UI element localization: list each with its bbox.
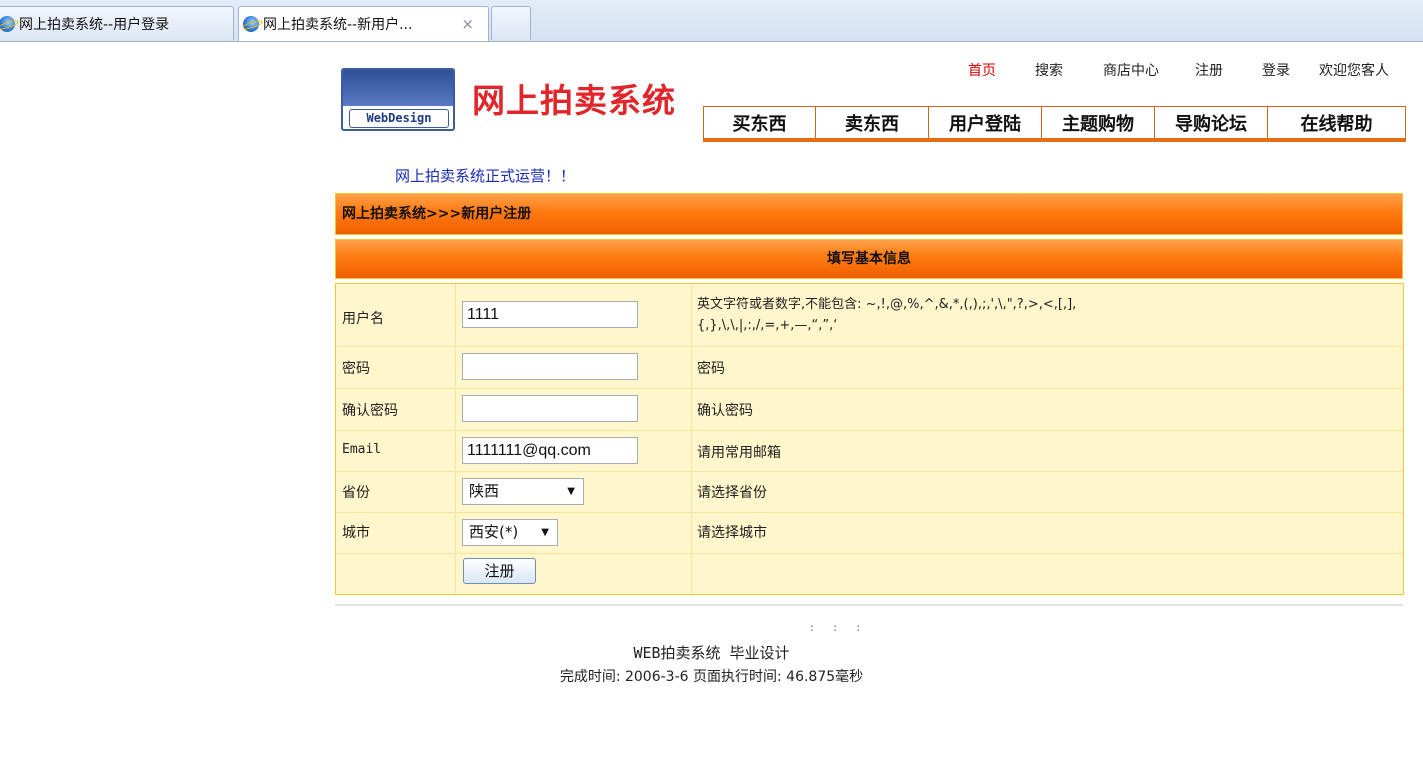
- site-title: 网上拍卖系统: [472, 81, 676, 120]
- main-nav-theme-shopping[interactable]: 主题购物: [1042, 107, 1155, 138]
- new-tab-button[interactable]: [491, 6, 531, 40]
- confirm-password-label: 确认密码: [342, 403, 398, 419]
- confirm-password-input[interactable]: [462, 395, 638, 422]
- main-nav-user-login[interactable]: 用户登陆: [929, 107, 1042, 138]
- form-row-email: Email 1111111@qq.com 请用常用邮箱: [336, 431, 1403, 472]
- province-label: 省份: [342, 485, 370, 501]
- site-logo[interactable]: WebDesign: [341, 68, 455, 131]
- section-title: 填写基本信息: [335, 239, 1403, 279]
- tab-title: 网上拍卖系统--用户登录: [19, 16, 170, 33]
- province-select[interactable]: 陕西 ▼: [462, 478, 584, 505]
- nav-link-search[interactable]: 搜索: [1035, 60, 1063, 80]
- password-hint: 密码: [697, 361, 725, 377]
- browser-tab-register[interactable]: 网上拍卖系统--新用户... ×: [238, 6, 489, 41]
- nav-link-register[interactable]: 注册: [1195, 60, 1223, 80]
- username-hint-cont: {,},\,\,|,:,/,=,+,—,“,”,‘: [697, 318, 838, 333]
- ie-icon: [0, 15, 15, 32]
- breadcrumb: 网上拍卖系统>>>新用户注册: [335, 193, 1403, 235]
- announcement-marquee: 网上拍卖系统正式运营！！: [395, 167, 576, 185]
- email-label: Email: [342, 442, 382, 457]
- nav-link-login[interactable]: 登录: [1262, 60, 1290, 80]
- main-nav-sell[interactable]: 卖东西: [816, 107, 929, 138]
- footer-divider: [335, 604, 1403, 606]
- top-nav: 首页 搜索 商店中心 注册 登录 欢迎您客人: [964, 60, 1423, 84]
- main-nav: 买东西 卖东西 用户登陆 主题购物 导购论坛 在线帮助: [703, 106, 1406, 142]
- logo-text: WebDesign: [349, 109, 449, 128]
- email-hint: 请用常用邮箱: [697, 445, 781, 461]
- username-label: 用户名: [342, 311, 384, 327]
- footer-credit: WEB拍卖系统 毕业设计: [633, 644, 790, 662]
- close-tab-icon[interactable]: ×: [461, 15, 474, 33]
- password-label: 密码: [342, 361, 370, 377]
- ie-icon: [243, 16, 259, 32]
- tab-title: 网上拍卖系统--新用户...: [263, 17, 413, 33]
- registration-form: 用户名 1111 英文字符或者数字,不能包含: ~,!,@,%,^,&,*,(,…: [335, 283, 1404, 595]
- username-hint: 英文字符或者数字,不能包含: ~,!,@,%,^,&,*,(,),;,',\,"…: [697, 297, 1077, 312]
- form-row-submit: 注册: [336, 554, 1403, 594]
- city-selected: 西安(*): [469, 523, 519, 541]
- password-input[interactable]: [462, 353, 638, 380]
- province-selected: 陕西: [469, 482, 500, 500]
- province-hint: 请选择省份: [697, 485, 767, 501]
- main-nav-help[interactable]: 在线帮助: [1268, 107, 1405, 138]
- nav-link-home[interactable]: 首页: [968, 60, 996, 80]
- city-hint: 请选择城市: [697, 525, 767, 541]
- form-row-city: 城市 西安(*) ▼ 请选择城市: [336, 513, 1403, 554]
- footer-separators: : : :: [810, 621, 869, 634]
- username-input[interactable]: 1111: [462, 301, 638, 328]
- form-row-username: 用户名 1111 英文字符或者数字,不能包含: ~,!,@,%,^,&,*,(,…: [336, 284, 1403, 347]
- footer-timing: 完成时间: 2006-3-6 页面执行时间: 46.875毫秒: [559, 669, 864, 685]
- form-row-confirm-password: 确认密码 确认密码: [336, 389, 1403, 431]
- confirm-password-hint: 确认密码: [697, 403, 753, 419]
- browser-tab-strip: 网上拍卖系统--用户登录 网上拍卖系统--新用户... ×: [0, 0, 1423, 42]
- welcome-text: 欢迎您客人: [1319, 63, 1389, 79]
- email-input[interactable]: 1111111@qq.com: [462, 437, 638, 464]
- city-label: 城市: [342, 525, 370, 541]
- main-nav-buy[interactable]: 买东西: [704, 107, 816, 138]
- main-nav-forum[interactable]: 导购论坛: [1155, 107, 1268, 138]
- register-submit-button[interactable]: 注册: [463, 558, 536, 584]
- city-select[interactable]: 西安(*) ▼: [462, 519, 558, 546]
- chevron-down-icon: ▼: [567, 486, 575, 497]
- logo-banner: [343, 70, 453, 106]
- form-row-province: 省份 陕西 ▼ 请选择省份: [336, 472, 1403, 513]
- form-row-password: 密码 密码: [336, 347, 1403, 389]
- chevron-down-icon: ▼: [541, 527, 549, 538]
- browser-tab-login[interactable]: 网上拍卖系统--用户登录: [0, 6, 234, 40]
- nav-link-store-center[interactable]: 商店中心: [1103, 60, 1159, 80]
